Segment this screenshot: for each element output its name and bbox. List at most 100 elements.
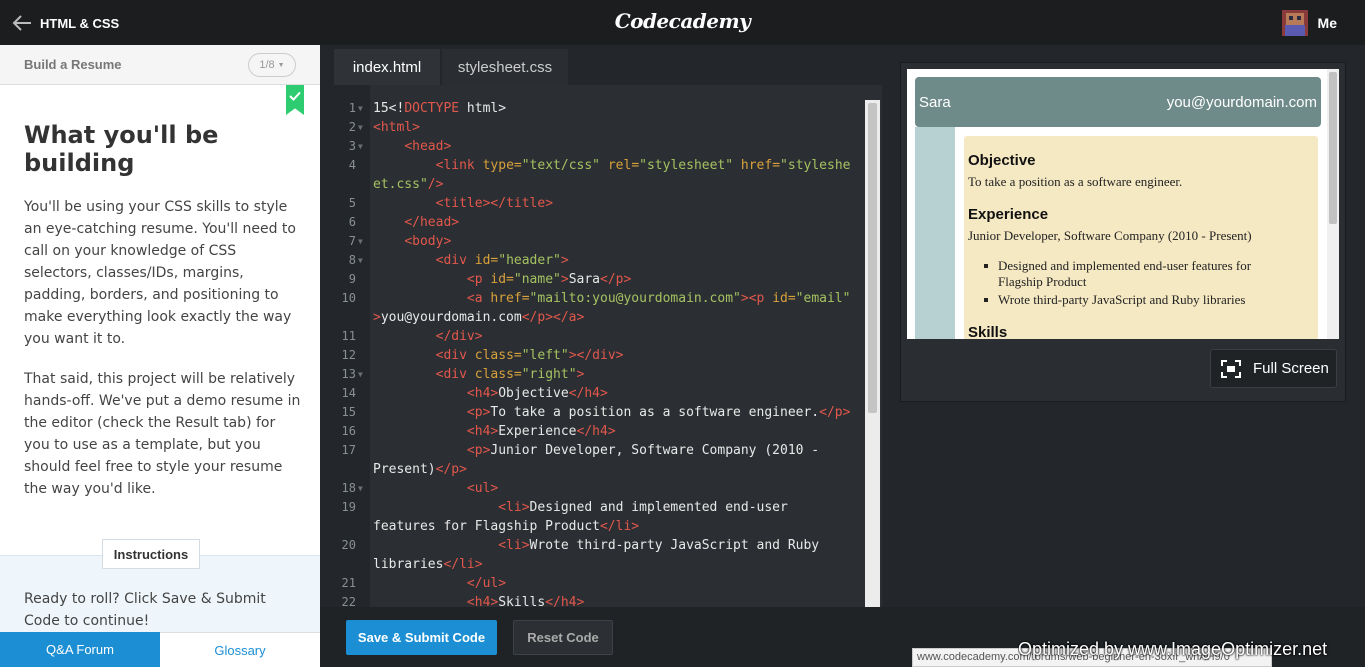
user-menu[interactable]: Me <box>1281 10 1337 36</box>
fold-arrow-icon[interactable]: ▼ <box>358 99 363 118</box>
instructions-tab[interactable]: Instructions <box>102 539 200 569</box>
code-token: <li> <box>498 500 530 515</box>
code-token: Designed and implemented end-user <box>529 500 788 515</box>
line-number: 15 <box>341 405 356 419</box>
glossary-button[interactable]: Glossary <box>160 632 320 667</box>
line-number: 16 <box>341 424 356 438</box>
tab-stylesheet-css[interactable]: stylesheet.css <box>442 49 568 85</box>
lesson-panel: Build a Resume 1/8 ▼ What you'll be buil… <box>0 45 320 667</box>
code-content[interactable]: 1 ▼ 15<!DOCTYPE html> 2 ▼ <html> 3 ▼ <head> 4 <l… <box>342 99 865 607</box>
code-token: </h4> <box>568 386 608 401</box>
code-token: <h4> <box>466 595 499 607</box>
editor-scrollbar-thumb[interactable] <box>868 103 877 413</box>
lesson-header: Build a Resume 1/8 ▼ <box>0 45 320 85</box>
code-line[interactable]: 18 ▼ <ul> <box>342 479 865 498</box>
resume-name: Sara <box>919 94 951 111</box>
fold-arrow-icon[interactable]: ▼ <box>358 251 363 270</box>
code-token: you@yourdomain.com <box>380 310 522 325</box>
resume-email-link[interactable]: you@yourdomain.com <box>1167 94 1317 111</box>
preview-scrollbar-thumb[interactable] <box>1329 72 1337 224</box>
code-line[interactable]: 11 </div> <box>342 327 865 346</box>
code-token: <link <box>435 158 483 173</box>
code-line[interactable]: 1 ▼ 15<!DOCTYPE html> <box>349 99 865 118</box>
code-token: "stylesheet" <box>639 158 734 173</box>
codecademy-logo[interactable]: Codecademy <box>0 9 1365 33</box>
code-line[interactable]: 13 ▼ <div class="right"> <box>342 365 865 384</box>
code-token: To take a position as a software enginee… <box>490 405 820 420</box>
code-line[interactable]: 4 <link type="text/css" rel="stylesheet"… <box>349 156 865 175</box>
code-line[interactable]: >you@yourdomain.com</p></a> <box>370 308 865 327</box>
code-token: 15<! <box>373 101 405 116</box>
code-token: > <box>560 272 569 287</box>
code-line[interactable]: 9 <p id="name">Sara</p> <box>349 270 865 289</box>
code-token: > <box>560 253 569 268</box>
code-line[interactable]: 22 <h4>Skills</h4> <box>342 593 865 607</box>
code-token: Present) <box>373 462 436 477</box>
code-token: rel= <box>600 158 640 173</box>
code-line[interactable]: 20 <li>Wrote third-party JavaScript and … <box>342 536 865 555</box>
code-line[interactable]: features for Flagship Product</li> <box>370 517 865 536</box>
full-screen-button[interactable]: Full Screen <box>1210 349 1337 388</box>
resume-heading: Skills <box>968 324 1008 339</box>
code-token: "right" <box>521 367 577 382</box>
code-token: href= <box>490 291 530 306</box>
code-line[interactable]: 6 </head> <box>349 213 865 232</box>
fold-arrow-icon[interactable]: ▼ <box>358 479 363 498</box>
code-token: </p> <box>435 462 467 477</box>
code-token: <p> <box>466 405 491 420</box>
code-line[interactable]: 17 <p>Junior Developer, Software Company… <box>342 441 865 460</box>
code-token: > <box>373 310 381 325</box>
code-line[interactable]: 2 ▼ <html> <box>349 118 865 137</box>
code-line[interactable]: libraries</li> <box>370 555 865 574</box>
line-number: 9 <box>348 272 356 286</box>
save-submit-button[interactable]: Save & Submit Code <box>346 620 497 655</box>
fold-arrow-icon[interactable]: ▼ <box>358 137 363 156</box>
qa-forum-button[interactable]: Q&A Forum <box>0 632 160 667</box>
line-number: 4 <box>348 158 356 172</box>
line-number: 21 <box>341 576 356 590</box>
line-number: 2 <box>348 120 356 134</box>
exercise-pager[interactable]: 1/8 ▼ <box>248 53 296 77</box>
code-token: type= <box>482 158 522 173</box>
code-line[interactable]: 15 <p>To take a position as a software e… <box>342 403 865 422</box>
code-line[interactable]: et.css"/> <box>370 175 865 194</box>
reset-code-button[interactable]: Reset Code <box>513 620 613 655</box>
line-number: 19 <box>341 500 356 514</box>
fold-arrow-icon[interactable]: ▼ <box>358 118 363 137</box>
code-token: <p <box>466 272 491 287</box>
line-number: 8 <box>348 253 356 267</box>
code-line[interactable]: 14 <h4>Objective</h4> <box>342 384 865 403</box>
result-preview[interactable]: Sara you@yourdomain.com Objective To tak… <box>907 69 1339 339</box>
code-line[interactable]: 21 </ul> <box>342 574 865 593</box>
fold-arrow-icon[interactable]: ▼ <box>358 365 363 384</box>
code-line[interactable]: Present)</p> <box>370 460 865 479</box>
code-line[interactable]: 16 <h4>Experience</h4> <box>342 422 865 441</box>
code-editor[interactable]: 1 ▼ 15<!DOCTYPE html> 2 ▼ <html> 3 ▼ <head> 4 <l… <box>320 85 882 607</box>
code-line[interactable]: 10 <a href="mailto:you@yourdomain.com"><… <box>342 289 865 308</box>
code-line[interactable]: 3 ▼ <head> <box>349 137 865 156</box>
code-token: </head> <box>404 215 460 230</box>
code-token: <div <box>435 348 475 363</box>
code-line[interactable]: 12 <div class="left"></div> <box>342 346 865 365</box>
line-number: 14 <box>341 386 356 400</box>
resume-header: Sara you@yourdomain.com <box>915 77 1321 127</box>
line-number: 17 <box>341 443 356 457</box>
fold-arrow-icon[interactable]: ▼ <box>358 232 363 251</box>
code-token: html> <box>459 101 507 116</box>
code-token: Sara <box>568 272 600 287</box>
code-line[interactable]: 8 ▼ <div id="header"> <box>349 251 865 270</box>
resume-heading: Objective <box>968 152 1036 169</box>
code-token: href= <box>733 158 781 173</box>
lesson-paragraph: You'll be using your CSS skills to style… <box>24 199 296 347</box>
code-line[interactable]: 5 <title></title> <box>349 194 865 213</box>
code-line[interactable]: 19 <li>Designed and implemented end-user <box>342 498 865 517</box>
code-token: > <box>576 367 585 382</box>
line-number: 3 <box>348 139 356 153</box>
code-token: Skills <box>498 595 546 607</box>
tab-index-html[interactable]: index.html <box>334 49 440 85</box>
code-line[interactable]: 7 ▼ <body> <box>349 232 865 251</box>
